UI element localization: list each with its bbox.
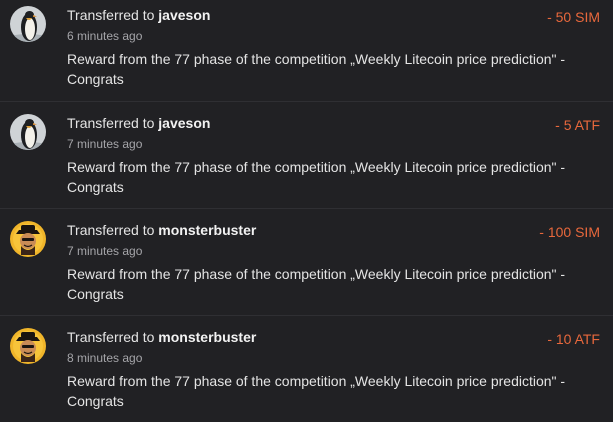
list-item: Transferred to monsterbuster 8 minutes a… <box>0 315 613 422</box>
username-link[interactable]: monsterbuster <box>158 222 256 238</box>
transfer-prefix: Transferred to <box>67 7 155 23</box>
transfer-message: Reward from the 77 phase of the competit… <box>67 373 566 409</box>
transfer-title: Transferred to javeson <box>67 6 210 24</box>
list-item: Transferred to javeson 7 minutes ago Rew… <box>0 101 613 208</box>
username-link[interactable]: javeson <box>158 115 210 131</box>
transfer-prefix: Transferred to <box>67 222 155 238</box>
transfer-prefix: Transferred to <box>67 115 155 131</box>
transfer-title: Transferred to monsterbuster <box>67 328 256 346</box>
timestamp: 8 minutes ago <box>67 351 143 365</box>
transfer-title: Transferred to monsterbuster <box>67 221 256 239</box>
transfer-amount: - 5 ATF <box>555 117 600 133</box>
transfer-prefix: Transferred to <box>67 329 155 345</box>
transfer-amount: - 100 SIM <box>539 224 600 240</box>
transfer-amount: - 50 SIM <box>547 9 600 25</box>
penguin-avatar-icon[interactable] <box>10 114 46 150</box>
penguin-avatar-icon[interactable] <box>10 6 46 42</box>
transfer-message: Reward from the 77 phase of the competit… <box>67 159 566 195</box>
timestamp: 7 minutes ago <box>67 137 143 151</box>
transfer-feed: Transferred to javeson 6 minutes ago Rew… <box>0 0 613 413</box>
transfer-message: Reward from the 77 phase of the competit… <box>67 51 566 87</box>
username-link[interactable]: monsterbuster <box>158 329 256 345</box>
list-item: Transferred to javeson 6 minutes ago Rew… <box>0 0 613 101</box>
timestamp: 7 minutes ago <box>67 244 143 258</box>
transfer-amount: - 10 ATF <box>547 331 600 347</box>
username-link[interactable]: javeson <box>158 7 210 23</box>
list-item: Transferred to monsterbuster 7 minutes a… <box>0 208 613 315</box>
hat-character-avatar-icon[interactable] <box>10 328 46 364</box>
transfer-message: Reward from the 77 phase of the competit… <box>67 266 566 302</box>
timestamp: 6 minutes ago <box>67 29 143 43</box>
transfer-title: Transferred to javeson <box>67 114 210 132</box>
hat-character-avatar-icon[interactable] <box>10 221 46 257</box>
